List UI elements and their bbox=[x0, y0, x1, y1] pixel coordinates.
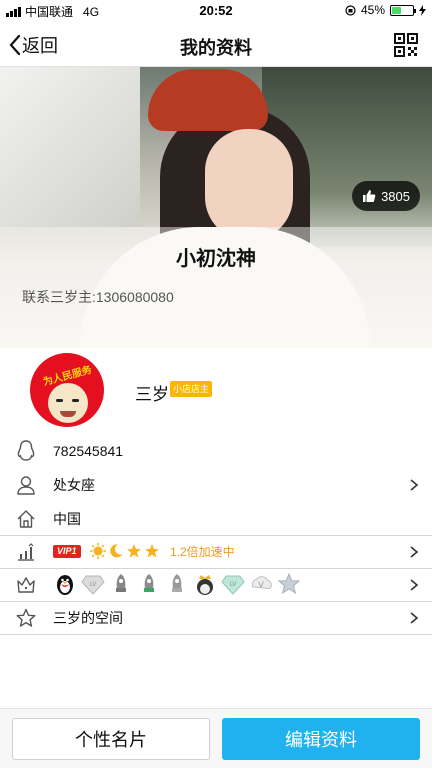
crown-penguin-medal-icon bbox=[193, 572, 217, 596]
thumbs-up-icon bbox=[363, 190, 376, 202]
rocket-green-medal-icon bbox=[137, 572, 161, 596]
orientation-lock-icon bbox=[345, 4, 356, 16]
divider bbox=[0, 634, 432, 635]
like-count: 3805 bbox=[381, 188, 410, 204]
chevron-right-icon bbox=[410, 545, 419, 558]
cover-photo-face bbox=[205, 129, 293, 241]
penguin-medal-icon bbox=[53, 572, 77, 596]
diamond-medal-icon: LV bbox=[81, 572, 105, 596]
penguin-outline-icon bbox=[15, 439, 37, 462]
diamond-teal-medal-icon: LV bbox=[221, 572, 245, 596]
edit-profile-button[interactable]: 编辑资料 bbox=[222, 718, 420, 760]
medals-row[interactable]: LV LV V bbox=[0, 568, 432, 601]
profile-name: 小初沈神 bbox=[176, 248, 256, 270]
page-title: 我的资料 bbox=[180, 38, 252, 58]
nav-bar: 返回 我的资料 bbox=[0, 22, 432, 67]
v-badge-medal-icon: V bbox=[249, 572, 273, 596]
chevron-right-icon bbox=[410, 611, 419, 624]
star-medal-icon bbox=[277, 572, 301, 596]
svg-text:V: V bbox=[258, 580, 264, 590]
like-button[interactable]: 3805 bbox=[352, 181, 420, 211]
contact-text: 联系三岁主:1306080080 bbox=[22, 289, 174, 305]
rocket-medal-icon bbox=[109, 572, 133, 596]
qr-code-icon[interactable] bbox=[394, 33, 418, 57]
svg-text:LV: LV bbox=[230, 581, 238, 588]
qq-number-row: 782545841 bbox=[0, 434, 432, 467]
qq-number: 782545841 bbox=[53, 442, 124, 459]
level-chart-icon bbox=[15, 541, 37, 563]
avatar[interactable]: 为人民服务 bbox=[30, 353, 104, 427]
crown-outline-icon bbox=[15, 574, 37, 596]
status-bar: 中国联通 4G 20:52 45% bbox=[0, 0, 432, 22]
nickname: 三岁 bbox=[135, 385, 169, 404]
personal-card-button[interactable]: 个性名片 bbox=[12, 718, 210, 760]
region-label: 中国 bbox=[53, 510, 81, 527]
zodiac-row[interactable]: 处女座 bbox=[0, 468, 432, 501]
moon-icon bbox=[110, 544, 123, 558]
profile-cover: 3805 小初沈神 联系三岁主:1306080080 bbox=[0, 67, 432, 348]
chevron-right-icon bbox=[410, 578, 419, 591]
sun-icon bbox=[90, 543, 106, 559]
star-outline-icon bbox=[15, 607, 37, 629]
qzone-label: 三岁的空间 bbox=[53, 609, 123, 626]
zodiac-label: 处女座 bbox=[53, 476, 95, 493]
bottom-bar: 个性名片 编辑资料 bbox=[0, 708, 432, 768]
status-right: 45% bbox=[345, 3, 426, 17]
rocket-medal-icon bbox=[165, 572, 189, 596]
medal-list: LV LV V bbox=[53, 572, 301, 596]
charging-icon bbox=[419, 4, 426, 16]
cover-photo-hat bbox=[148, 69, 268, 131]
chevron-right-icon bbox=[410, 478, 419, 491]
battery-percent: 45% bbox=[360, 3, 385, 17]
star-icon bbox=[145, 544, 159, 558]
region-row: 中国 bbox=[0, 502, 432, 535]
vip-speed-text: 1.2倍加速中 bbox=[170, 545, 235, 559]
qzone-row[interactable]: 三岁的空间 bbox=[0, 601, 432, 634]
star-icon bbox=[127, 544, 141, 558]
home-icon bbox=[15, 508, 37, 530]
person-icon bbox=[15, 474, 37, 496]
svg-text:LV: LV bbox=[90, 581, 98, 588]
profile-card: 为人民服务 三岁 小店店主 782545841 处女座 中国 VIP1 1.2倍… bbox=[0, 348, 432, 708]
battery-icon bbox=[390, 4, 416, 16]
shop-owner-badge: 小店店主 bbox=[170, 381, 213, 397]
level-icons bbox=[90, 543, 160, 559]
vip-badge: VIP1 bbox=[53, 545, 81, 558]
vip-row[interactable]: VIP1 1.2倍加速中 bbox=[0, 535, 432, 568]
